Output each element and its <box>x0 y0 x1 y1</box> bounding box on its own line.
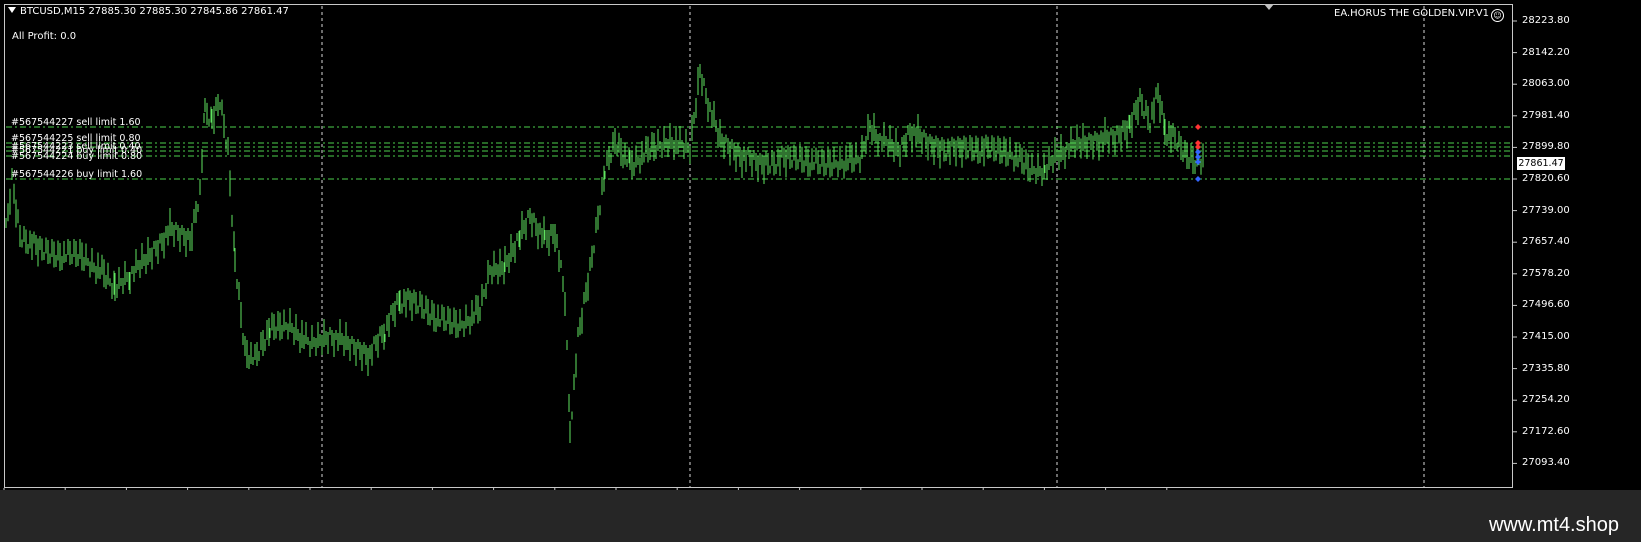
price-axis-label: 27657.40 <box>1522 236 1570 248</box>
price-axis-label: 27496.60 <box>1522 299 1570 311</box>
price-axis-label: 27415.00 <box>1522 331 1570 342</box>
order-label: #567544226 buy limit 1.60 <box>11 169 143 180</box>
symbol-info-text: BTCUSD,M15 27885.30 27885.30 27845.86 27… <box>20 6 289 17</box>
price-axis-label: 27093.40 <box>1522 457 1570 469</box>
symbol-info: BTCUSD,M15 27885.30 27885.30 27845.86 27… <box>8 6 289 17</box>
watermark-text: www.mt4.shop <box>1488 514 1619 536</box>
sell-marker <box>1195 124 1201 130</box>
ea-name-text: EA.HORUS THE GOLDEN.VIP.V1 <box>1334 8 1489 19</box>
price-axis-label: 27578.20 <box>1522 267 1570 279</box>
price-axis-label: 28223.80 <box>1522 15 1570 26</box>
order-markers <box>1195 124 1201 182</box>
footer-bar <box>0 490 1641 542</box>
price-axis-label: 27981.40 <box>1522 109 1570 121</box>
triangle-down-icon <box>8 7 16 13</box>
price-axis-label: 27172.60 <box>1522 425 1570 437</box>
price-axis-label: 27739.00 <box>1522 204 1570 216</box>
buy-marker <box>1195 159 1201 165</box>
all-profit-label: All Profit: 0.0 <box>12 31 77 42</box>
price-axis-label: 27899.80 <box>1522 141 1570 153</box>
expert-advisor-label[interactable]: EA.HORUS THE GOLDEN.VIP.V1 ☺ <box>1334 8 1504 22</box>
buy-marker <box>1195 176 1201 182</box>
price-axis-label: 27335.80 <box>1522 362 1570 374</box>
price-axis-label: 28063.00 <box>1522 78 1570 90</box>
price-axis-label: 28142.20 <box>1522 46 1570 58</box>
price-axis-label: 27254.20 <box>1522 394 1570 406</box>
price-chart[interactable] <box>0 0 1641 542</box>
price-axis-label: 27820.60 <box>1522 173 1570 184</box>
current-price-badge: 27861.47 <box>1517 157 1565 170</box>
chart-shift-marker[interactable] <box>1264 4 1274 10</box>
order-label: #567544224 buy limit 0.80 <box>11 151 143 162</box>
candlestick-series <box>5 64 1204 443</box>
smiley-icon: ☺ <box>1491 9 1504 22</box>
order-label: #567544227 sell limit 1.60 <box>11 117 141 128</box>
